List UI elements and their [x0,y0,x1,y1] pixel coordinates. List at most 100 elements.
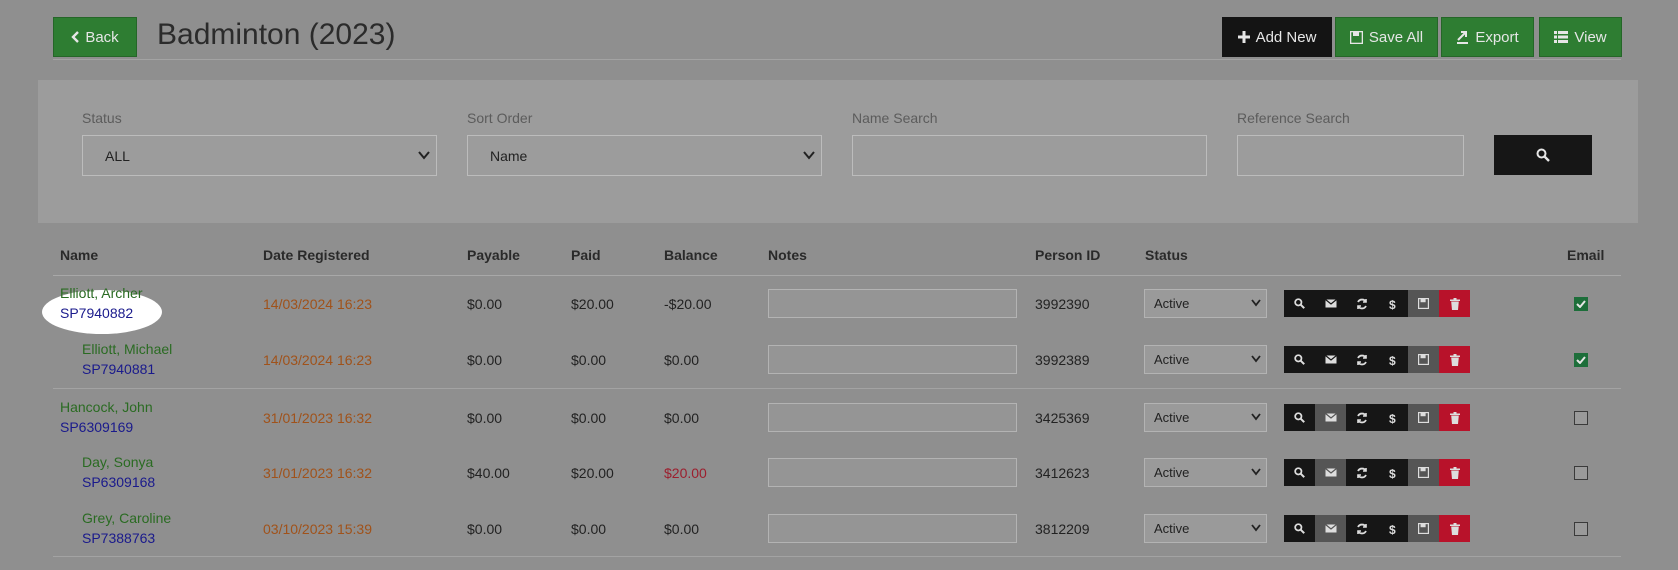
payment-button[interactable]: $ [1377,346,1408,373]
add-new-label: Add New [1255,28,1317,46]
status-select-value: Active [1154,352,1190,367]
refresh-button[interactable] [1346,515,1377,542]
chevron-down-icon [1251,299,1261,307]
email-checkbox[interactable] [1574,411,1588,425]
notes-input[interactable] [768,345,1017,374]
payable-amount: $0.00 [467,521,503,537]
search-icon [1294,412,1305,423]
member-reference-link[interactable]: SP6309169 [60,418,133,436]
reference-search-label: Reference Search [1237,110,1350,126]
save-row-button[interactable] [1408,290,1439,317]
sort-order-select[interactable]: Name [467,135,822,176]
view-button[interactable]: View [1539,17,1622,57]
paid-amount: $0.00 [571,352,607,368]
list-icon [1554,31,1569,43]
send-email-button[interactable] [1315,290,1346,317]
person-id: 3812209 [1035,521,1090,537]
member-reference-link[interactable]: SP7940881 [82,360,155,378]
svg-text:$: $ [1389,298,1396,310]
status-filter-select[interactable]: ALL [82,135,437,176]
view-details-button[interactable] [1284,459,1315,486]
date-registered: 31/01/2023 16:32 [263,465,372,481]
svg-text:$: $ [1389,523,1396,535]
status-select[interactable]: Active [1144,514,1267,543]
email-checkbox[interactable] [1574,297,1588,311]
email-checkbox[interactable] [1574,353,1588,367]
search-icon [1294,467,1305,478]
trash-icon [1449,411,1460,424]
row-actions: $ [1284,346,1470,373]
export-button[interactable]: Export [1441,17,1534,57]
send-email-button[interactable] [1315,404,1346,431]
column-header-person-id: Person ID [1035,247,1101,263]
chevron-down-icon [1251,468,1261,476]
payment-button[interactable]: $ [1377,459,1408,486]
reference-search-input[interactable] [1237,135,1464,176]
table-row: Elliott, Archer SP7940882 14/03/2024 16:… [53,275,1621,331]
member-reference-link[interactable]: SP6309168 [82,473,155,491]
envelope-icon [1324,413,1337,422]
save-row-button[interactable] [1408,515,1439,542]
notes-input[interactable] [768,289,1017,318]
chevron-down-icon [1251,355,1261,363]
save-row-button[interactable] [1408,459,1439,486]
refresh-button[interactable] [1346,404,1377,431]
member-name-link[interactable]: Grey, Caroline [82,509,171,527]
refresh-button[interactable] [1346,346,1377,373]
view-details-button[interactable] [1284,515,1315,542]
member-name-link[interactable]: Elliott, Michael [82,340,172,358]
refresh-icon [1356,412,1367,423]
member-reference-link[interactable]: SP7940882 [60,304,133,322]
send-email-button[interactable] [1315,459,1346,486]
send-email-button[interactable] [1315,346,1346,373]
paid-amount: $20.00 [571,296,614,312]
person-id: 3412623 [1035,465,1090,481]
delete-row-button[interactable] [1439,404,1470,431]
status-select-value: Active [1154,521,1190,536]
email-checkbox[interactable] [1574,466,1588,480]
status-filter-value: ALL [105,147,130,164]
member-name-link[interactable]: Hancock, John [60,398,153,416]
view-details-button[interactable] [1284,290,1315,317]
column-header-balance: Balance [664,247,718,263]
member-name-link[interactable]: Elliott, Archer [60,284,142,302]
refresh-icon [1356,354,1367,365]
refresh-icon [1356,467,1367,478]
status-select[interactable]: Active [1144,403,1267,432]
chevron-down-icon [1251,524,1261,532]
payment-button[interactable]: $ [1377,404,1408,431]
status-select[interactable]: Active [1144,289,1267,318]
notes-input[interactable] [768,514,1017,543]
payment-button[interactable]: $ [1377,290,1408,317]
member-name-link[interactable]: Day, Sonya [82,453,153,471]
member-reference-link[interactable]: SP7388763 [82,529,155,547]
send-email-button[interactable] [1315,515,1346,542]
floppy-disk-icon [1418,298,1429,309]
column-header-notes: Notes [768,247,807,263]
name-search-input[interactable] [852,135,1207,176]
view-details-button[interactable] [1284,346,1315,373]
refresh-button[interactable] [1346,290,1377,317]
delete-row-button[interactable] [1439,346,1470,373]
add-new-button[interactable]: Add New [1222,17,1332,57]
email-checkbox[interactable] [1574,522,1588,536]
search-button[interactable] [1494,135,1592,175]
delete-row-button[interactable] [1439,515,1470,542]
paid-amount: $0.00 [571,521,607,537]
dollar-icon: $ [1389,298,1396,310]
save-row-button[interactable] [1408,346,1439,373]
delete-row-button[interactable] [1439,290,1470,317]
status-select[interactable]: Active [1144,458,1267,487]
refresh-button[interactable] [1346,459,1377,486]
envelope-icon [1324,299,1337,308]
notes-input[interactable] [768,403,1017,432]
table-row: Elliott, Michael SP7940881 14/03/2024 16… [53,331,1621,387]
save-row-button[interactable] [1408,404,1439,431]
save-all-button[interactable]: Save All [1335,17,1438,57]
delete-row-button[interactable] [1439,459,1470,486]
payment-button[interactable]: $ [1377,515,1408,542]
view-details-button[interactable] [1284,404,1315,431]
back-button[interactable]: Back [53,17,137,57]
notes-input[interactable] [768,458,1017,487]
status-select[interactable]: Active [1144,345,1267,374]
